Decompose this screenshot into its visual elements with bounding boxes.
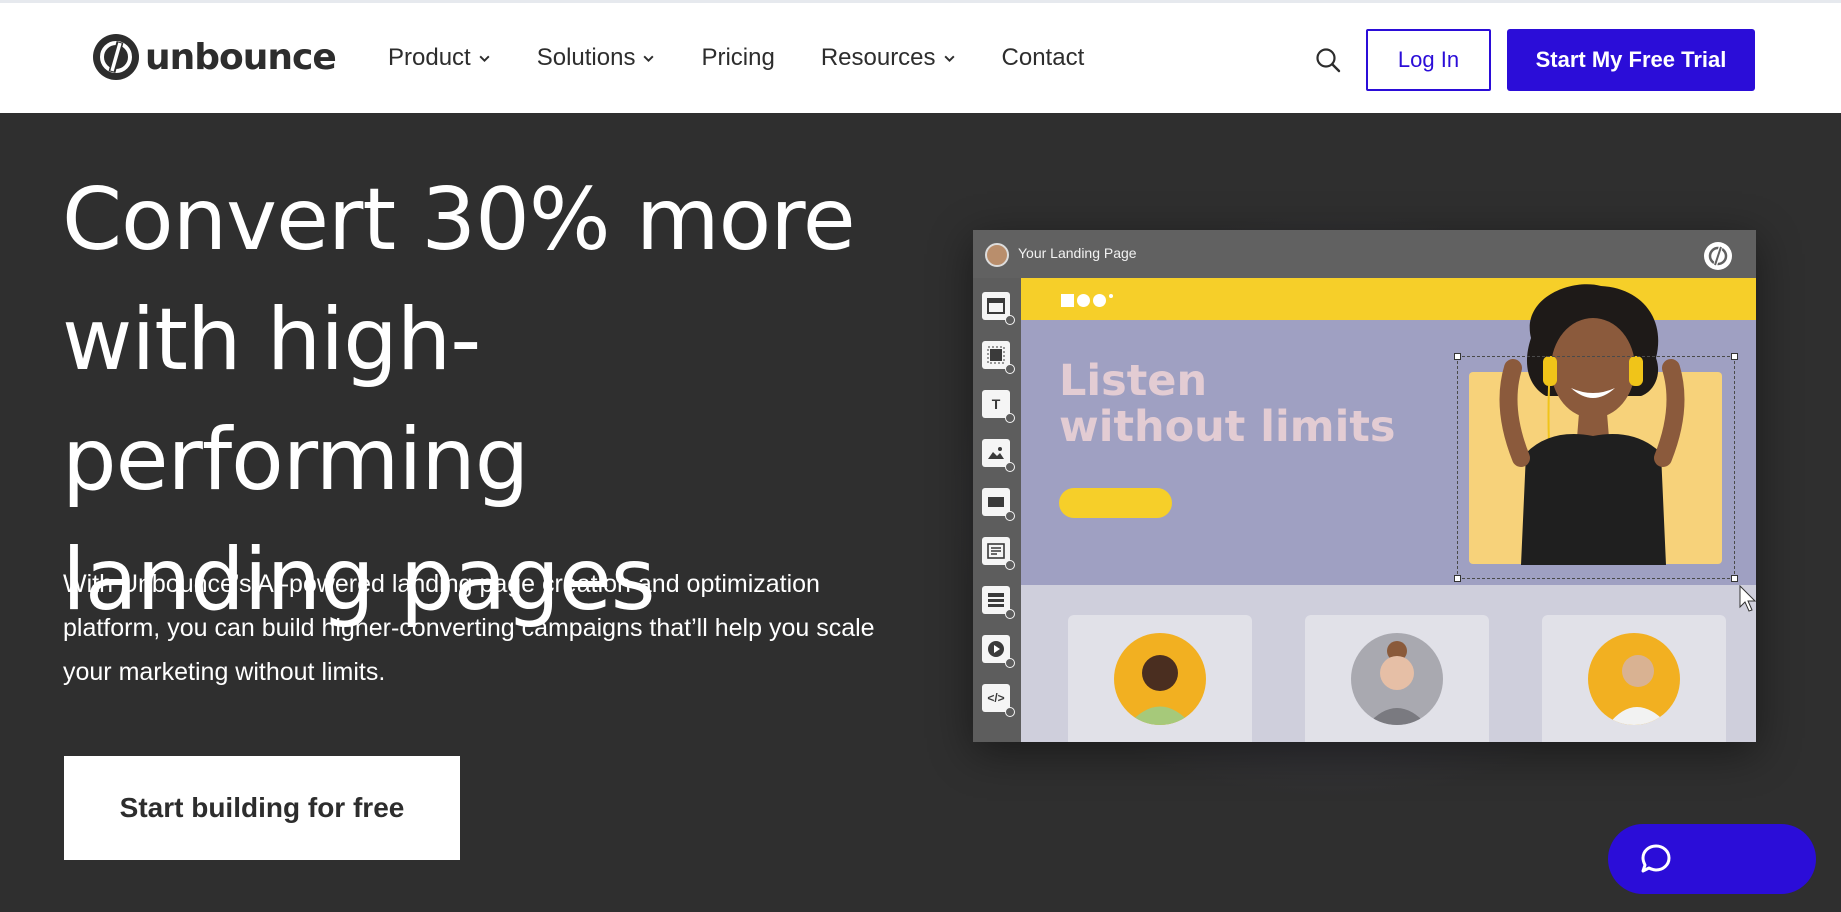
hero-subtitle: With Unbounce’s AI-powered landing page … [63,570,875,686]
avatar [1588,633,1680,725]
mock-card [1068,615,1252,742]
logo-text: unbounce [145,36,337,78]
builder-toolbar: T </> [973,278,1021,742]
nav-contact[interactable]: Contact [1002,44,1085,72]
hero-title-line: Convert 30% more [62,170,856,270]
list-icon [982,586,1015,619]
mock-headline: Listen without limits [1059,358,1395,450]
builder-canvas: Listen without limits [1021,278,1756,742]
search-icon[interactable] [1314,46,1342,74]
resize-handle [1731,353,1738,360]
nav-resources[interactable]: Resources [821,44,956,72]
form-icon [982,537,1015,570]
text-icon: T [982,390,1015,423]
image-icon [982,439,1015,472]
mockup-window-title: Your Landing Page [1018,245,1137,261]
resize-handle [1454,353,1461,360]
section-icon [982,292,1015,325]
chevron-down-icon [643,55,654,62]
site-header: unbounce Product Solutions Pricing Resou… [0,0,1841,113]
chevron-down-icon [479,55,490,62]
start-building-button[interactable]: Start building for free [64,756,460,860]
mock-card [1305,615,1489,742]
brand-dots-icon [1061,294,1113,307]
unbounce-logo[interactable]: unbounce [93,34,337,80]
nav-contact-label: Contact [1001,44,1085,71]
nav-solutions-label: Solutions [536,44,636,71]
mockup-titlebar: Your Landing Page [973,230,1756,278]
code-icon: </> [982,684,1015,717]
resize-handle [1454,575,1461,582]
mouse-cursor-icon [1739,585,1757,612]
chat-launcher-button[interactable] [1608,824,1816,894]
selection-frame [1454,353,1738,582]
unbounce-logo-icon [1704,242,1732,270]
hero-title-line: with high-performing [62,290,529,510]
mock-card-row [1021,585,1756,742]
nav-product-label: Product [388,44,471,71]
button-icon [982,488,1015,521]
nav-solutions[interactable]: Solutions [537,44,656,72]
mock-card [1542,615,1726,742]
chevron-down-icon [944,55,955,62]
mock-cta-pill [1059,488,1172,518]
chat-bubble-icon [1641,844,1671,873]
nav-resources-label: Resources [820,44,936,71]
avatar [985,243,1009,267]
resize-handle [1731,575,1738,582]
video-icon [982,635,1015,668]
nav-pricing[interactable]: Pricing [701,44,774,72]
login-button[interactable]: Log In [1366,29,1491,91]
avatar [1351,633,1443,725]
nav-product[interactable]: Product [388,44,491,72]
start-free-trial-button[interactable]: Start My Free Trial [1507,29,1755,91]
mock-headline-line: Listen [1059,356,1208,406]
avatar [1114,633,1206,725]
nav-pricing-label: Pricing [701,44,775,71]
mock-headline-line: without limits [1059,402,1396,452]
main-nav: Product Solutions Pricing Resources Cont… [388,3,1130,113]
box-icon [982,341,1015,374]
unbounce-logo-icon [93,34,139,80]
builder-mockup: Your Landing Page T </> Listen without l… [973,230,1756,742]
